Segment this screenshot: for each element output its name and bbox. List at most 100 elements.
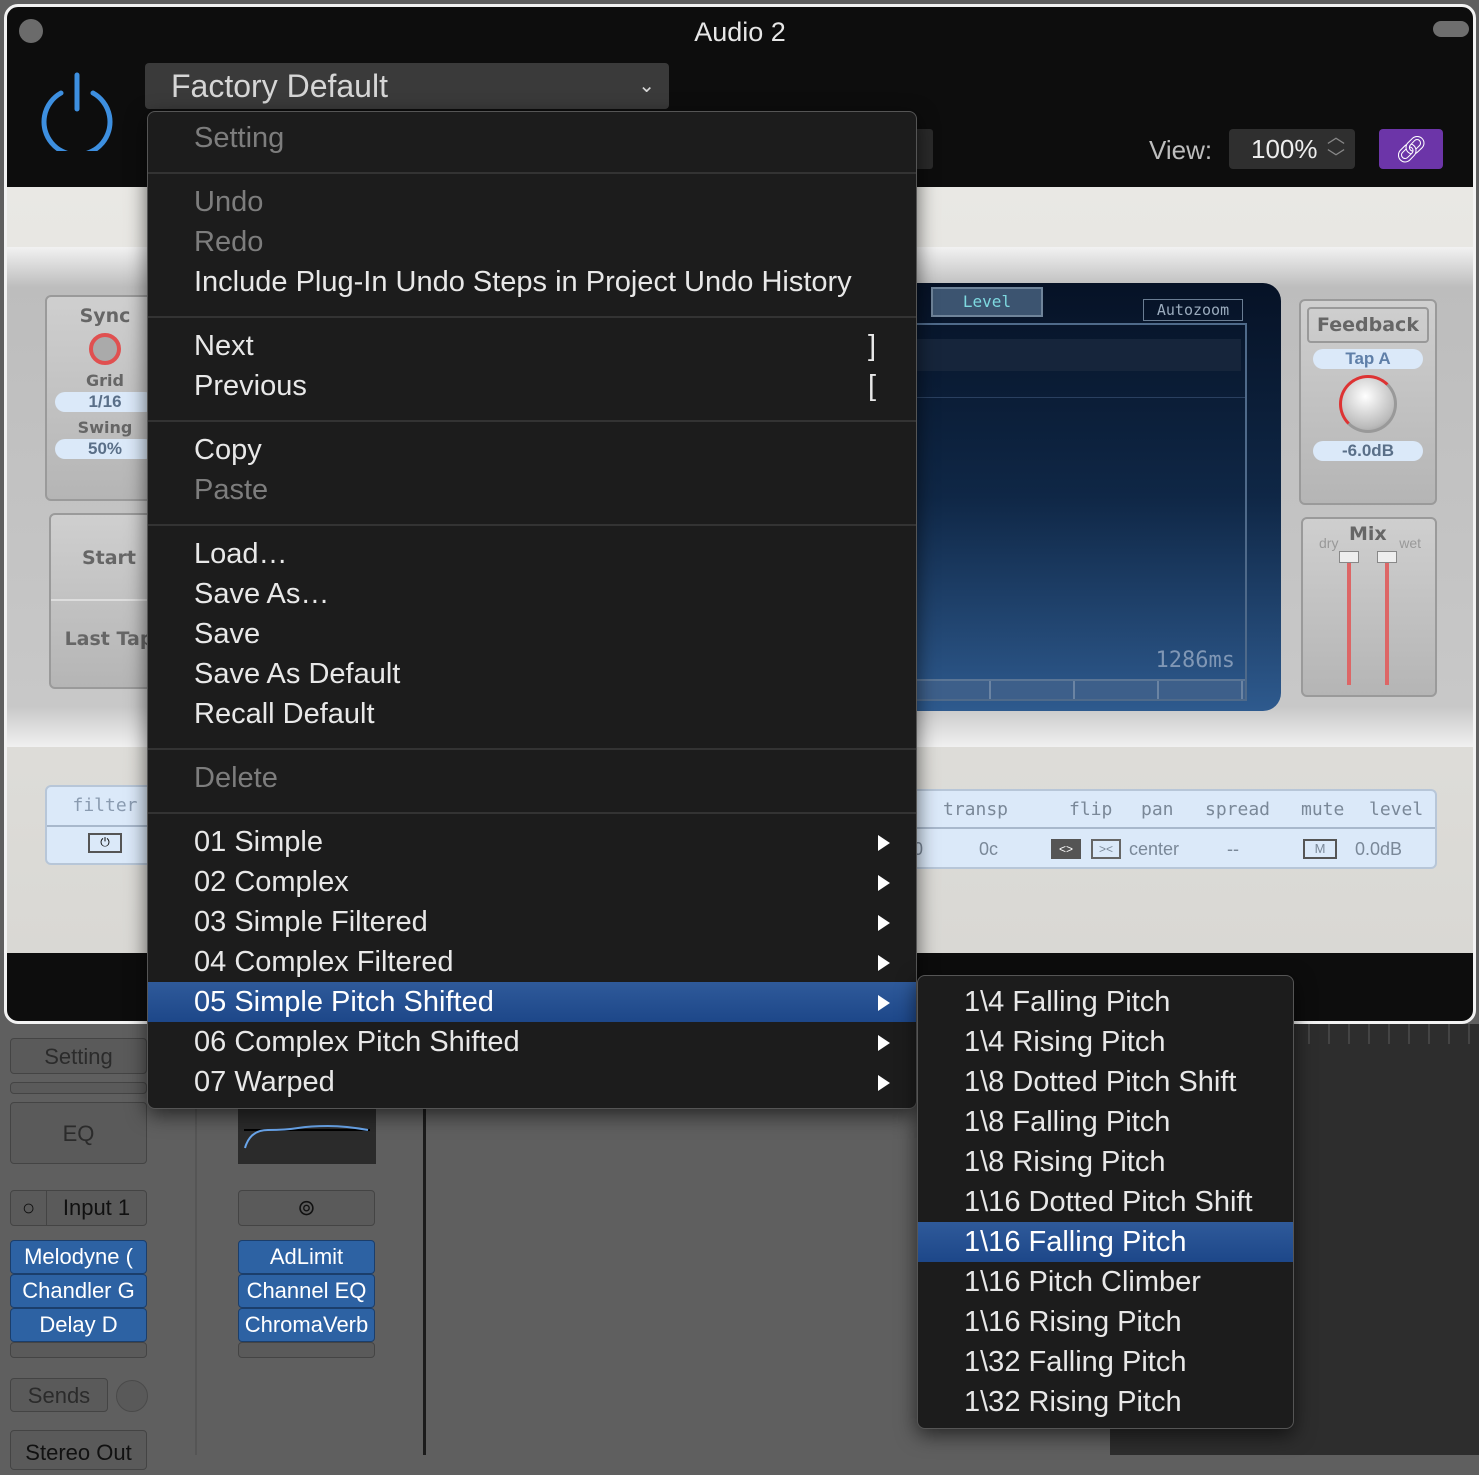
menu-item[interactable]: 07 Warped	[148, 1062, 916, 1102]
menu-item-label: 1\4 Rising Pitch	[964, 1026, 1166, 1058]
menu-item[interactable]: Save As…	[148, 574, 916, 614]
dry-slider-handle[interactable]	[1339, 551, 1359, 563]
feedback-field[interactable]: -6.0dB	[1313, 441, 1423, 461]
preset-submenu: 1\4 Falling Pitch 1\4 Rising Pitch 1\8 Dot…	[917, 975, 1294, 1429]
menu-item-label: 03 Simple Filtered	[194, 906, 428, 938]
menu-item[interactable]: 01 Simple	[148, 822, 916, 862]
tap-display: Level Autozoom 1286ms	[907, 283, 1281, 711]
empty-slot[interactable]	[10, 1342, 147, 1358]
output-button[interactable]: Stereo Out	[10, 1430, 147, 1470]
menu-item[interactable]: Save	[148, 614, 916, 654]
menu-item-label: 07 Warped	[194, 1066, 335, 1098]
tap-selector[interactable]: Tap A	[1313, 349, 1423, 369]
menu-item[interactable]: Copy	[148, 430, 916, 470]
link-button[interactable]: 🔗︎	[1379, 129, 1443, 169]
plugin-slot[interactable]: Chandler G	[10, 1274, 147, 1308]
level-tab[interactable]: Level	[931, 287, 1043, 317]
menu-item[interactable]: Recall Default	[148, 694, 916, 734]
wet-slider-handle[interactable]	[1377, 551, 1397, 563]
flip-swap-button[interactable]: ><	[1091, 839, 1121, 859]
input-format-icon: ○	[11, 1191, 47, 1225]
sync-button[interactable]	[89, 333, 121, 365]
sends-knob[interactable]	[116, 1380, 148, 1412]
feedback-knob[interactable]	[1339, 375, 1397, 433]
menu-item[interactable]: 1\32 Rising Pitch	[918, 1382, 1293, 1422]
menu-item[interactable]: Save As Default	[148, 654, 916, 694]
menu-item[interactable]: 1\8 Falling Pitch	[918, 1102, 1293, 1142]
menu-item[interactable]: Next]	[148, 326, 916, 366]
menu-separator	[148, 420, 916, 422]
transp-label: transp	[943, 799, 1009, 820]
plugin-slot[interactable]: Channel EQ	[238, 1274, 375, 1308]
pan-field[interactable]: center	[1129, 831, 1179, 867]
menu-item-label: 06 Complex Pitch Shifted	[194, 1026, 520, 1058]
menu-item[interactable]: 1\8 Dotted Pitch Shift	[918, 1062, 1293, 1102]
grid-field[interactable]: 1/16	[55, 392, 155, 412]
view-zoom-stepper[interactable]: 100% ︿ ﹀	[1229, 127, 1355, 169]
sends-button[interactable]: Sends	[10, 1378, 108, 1412]
plugin-slot[interactable]: ChromaVerb	[238, 1308, 375, 1342]
menu-item-label: 02 Complex	[194, 866, 349, 898]
menu-item: Undo	[148, 182, 916, 222]
plugin-slot[interactable]: Melodyne (	[10, 1240, 147, 1274]
swing-field[interactable]: 50%	[55, 439, 155, 459]
menu-item[interactable]: 1\8 Rising Pitch	[918, 1142, 1293, 1182]
mix-label: Mix	[1349, 523, 1387, 545]
plugin-slot[interactable]: Delay D	[10, 1308, 147, 1342]
gain-slot[interactable]	[10, 1082, 147, 1094]
menu-item-label: Save	[194, 618, 261, 650]
spread-field[interactable]: --	[1227, 831, 1239, 867]
feedback-button[interactable]: Feedback	[1307, 307, 1429, 343]
menu-item-label: Paste	[194, 474, 269, 506]
menu-item[interactable]: 1\4 Rising Pitch	[918, 1022, 1293, 1062]
menu-item[interactable]: Load…	[148, 534, 916, 574]
mute-label: mute	[1301, 799, 1345, 820]
eq-button[interactable]: EQ	[10, 1102, 147, 1164]
menu-item-label: 1\4 Falling Pitch	[964, 986, 1171, 1018]
plugin-slot[interactable]: AdLimit	[238, 1240, 375, 1274]
menu-separator	[148, 316, 916, 318]
feedback-panel: Feedback Tap A -6.0dB	[1299, 299, 1437, 505]
transp-cent-field[interactable]: 0c	[979, 831, 998, 867]
menu-item[interactable]: 02 Complex	[148, 862, 916, 902]
menu-item: Paste	[148, 470, 916, 510]
preset-dropdown[interactable]: Factory Default ⌄	[145, 63, 669, 109]
input-button[interactable]: ○ Input 1	[10, 1190, 147, 1226]
filter-power-button[interactable]: ⏻	[88, 833, 122, 853]
link-icon[interactable]: ⊚	[238, 1190, 375, 1226]
empty-slot[interactable]	[238, 1342, 375, 1358]
menu-item[interactable]: 1\16 Falling Pitch	[918, 1222, 1293, 1262]
menu-item-label: Undo	[194, 186, 264, 218]
menu-item[interactable]: 04 Complex Filtered	[148, 942, 916, 982]
menu-item-label: 1\32 Falling Pitch	[964, 1346, 1187, 1378]
autozoom-button[interactable]: Autozoom	[1143, 299, 1243, 321]
chevron-down-icon: ⌄	[638, 75, 655, 97]
menu-item-label: Copy	[194, 434, 262, 466]
menu-item[interactable]: Include Plug-In Undo Steps in Project Un…	[148, 262, 916, 302]
flip-label: flip	[1069, 799, 1113, 820]
level-field[interactable]: 0.0dB	[1355, 831, 1402, 867]
menu-item[interactable]: 06 Complex Pitch Shifted	[148, 1022, 916, 1062]
menu-item[interactable]: 1\32 Falling Pitch	[918, 1342, 1293, 1382]
mute-button[interactable]: M	[1303, 839, 1337, 859]
flip-normal-button[interactable]: <>	[1051, 839, 1081, 859]
wet-slider[interactable]	[1385, 555, 1389, 685]
power-icon[interactable]	[39, 67, 115, 151]
submenu-arrow-icon	[878, 995, 890, 1011]
menu-item-label: 1\8 Dotted Pitch Shift	[964, 1066, 1237, 1098]
menu-item[interactable]: 05 Simple Pitch Shifted	[148, 982, 916, 1022]
setting-button[interactable]: Setting	[10, 1038, 147, 1074]
menu-item[interactable]: 1\4 Falling Pitch	[918, 982, 1293, 1022]
dry-slider[interactable]	[1347, 555, 1351, 685]
menu-item[interactable]: Previous [	[148, 366, 916, 406]
view-label: View:	[1149, 135, 1213, 165]
menu-item[interactable]: 1\16 Rising Pitch	[918, 1302, 1293, 1342]
menu-item[interactable]: 03 Simple Filtered	[148, 902, 916, 942]
menu-item[interactable]: 1\16 Pitch Climber	[918, 1262, 1293, 1302]
menu-item-label: 1\16 Falling Pitch	[964, 1226, 1187, 1258]
eq-thumbnail[interactable]	[238, 1108, 376, 1164]
menu-item[interactable]: 1\16 Dotted Pitch Shift	[918, 1182, 1293, 1222]
menu-item-label: 01 Simple	[194, 826, 323, 858]
menu-item-label: 1\8 Falling Pitch	[964, 1106, 1171, 1138]
plugin-slots-b: AdLimit Channel EQ ChromaVerb	[238, 1240, 375, 1358]
